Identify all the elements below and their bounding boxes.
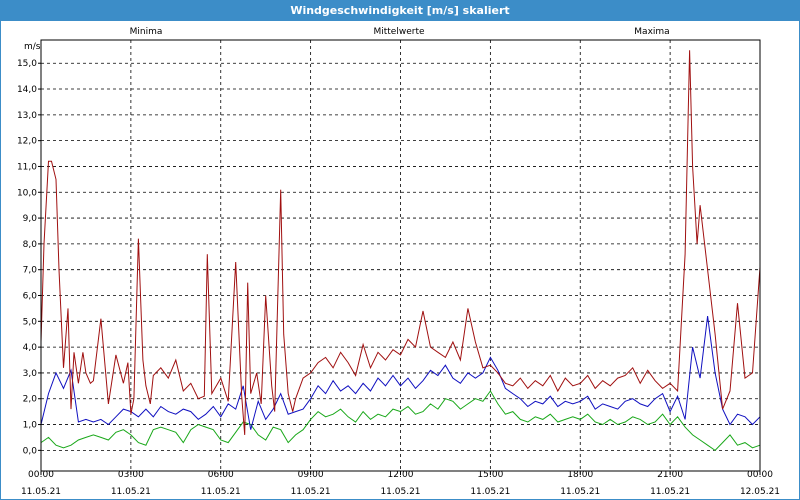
x-tick-date: 11.05.21 xyxy=(291,487,331,497)
grid xyxy=(41,40,760,471)
chart-window: Windgeschwindigkeit [m/s] skaliert Minim… xyxy=(0,0,800,500)
axis-ticks: 0,0 1,0 2,0 3,0 4,0 5,0 6,0 7,0 8,0 9,0 10,0 11,0 12… xyxy=(17,59,780,497)
y-tick-label: 6,0 xyxy=(23,292,38,302)
y-tick-label: 15,0 xyxy=(17,59,37,69)
y-tick-label: 12,0 xyxy=(17,137,37,147)
y-tick-label: 8,0 xyxy=(23,240,38,250)
x-tick-date: 12.05.21 xyxy=(740,487,780,497)
legend-maxima: Maxima xyxy=(634,27,669,37)
y-tick-label: 9,0 xyxy=(23,214,38,224)
y-tick-label: 4,0 xyxy=(23,343,38,353)
legend-minima: Minima xyxy=(130,27,163,37)
chart: Minima Mittelwerte Maxima m/s 0,0 1,0 2,0 3… xyxy=(17,27,780,497)
x-tick-date: 11.05.21 xyxy=(470,487,510,497)
legend-mittelwerte: Mittelwerte xyxy=(373,27,424,37)
y-tick-label: 11,0 xyxy=(17,162,37,172)
y-tick-label: 1,0 xyxy=(23,421,38,431)
x-tick-date: 11.05.21 xyxy=(650,487,690,497)
y-tick-label: 2,0 xyxy=(23,395,38,405)
y-tick-label: 5,0 xyxy=(23,317,38,327)
y-tick-label: 14,0 xyxy=(17,85,37,95)
y-tick-label: 0,0 xyxy=(23,446,38,456)
y-axis-unit: m/s xyxy=(24,42,41,52)
x-tick-date: 11.05.21 xyxy=(380,487,420,497)
x-tick-date: 11.05.21 xyxy=(111,487,151,497)
y-tick-label: 7,0 xyxy=(23,266,38,276)
x-tick-date: 11.05.21 xyxy=(21,487,61,497)
window-title: Windgeschwindigkeit [m/s] skaliert xyxy=(1,1,799,21)
x-tick-date: 11.05.21 xyxy=(201,487,241,497)
y-tick-label: 10,0 xyxy=(17,188,37,198)
x-tick-date: 11.05.21 xyxy=(560,487,600,497)
y-tick-label: 13,0 xyxy=(17,111,37,121)
y-tick-label: 3,0 xyxy=(23,369,38,379)
